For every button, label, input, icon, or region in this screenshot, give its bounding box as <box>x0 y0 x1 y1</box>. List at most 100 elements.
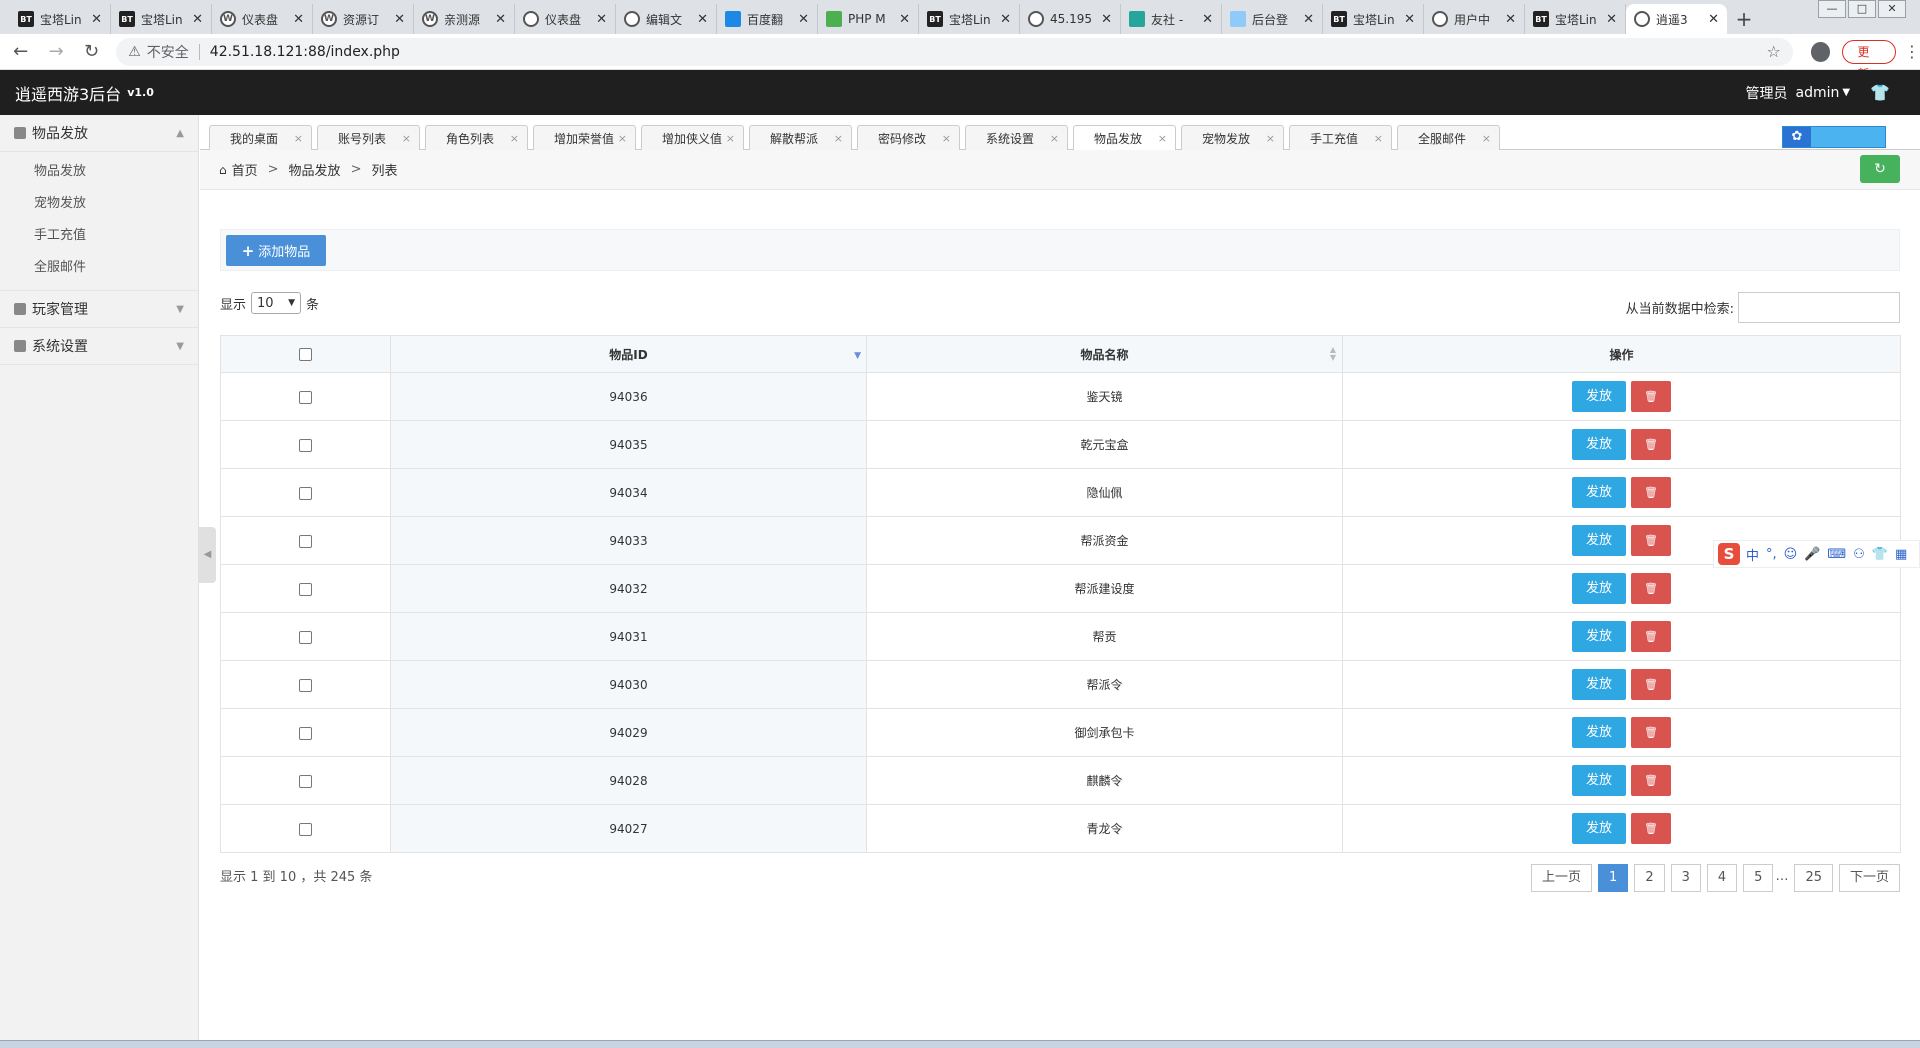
emoji-icon[interactable]: ☺ <box>1784 547 1798 562</box>
content-tab[interactable]: 增加侠义值 × <box>641 125 744 150</box>
browser-tab[interactable]: BT 宝塔Lin ✕ <box>1525 4 1626 34</box>
sidebar-item[interactable]: 物品发放 <box>0 156 198 188</box>
row-checkbox[interactable] <box>299 678 312 692</box>
skin-shirt-icon[interactable]: 👕 <box>1872 547 1888 562</box>
delete-button[interactable]: 🗑 <box>1631 525 1671 556</box>
chevron-down-icon[interactable]: ▼ <box>1842 87 1850 98</box>
row-checkbox[interactable] <box>299 534 312 548</box>
next-page-button[interactable]: 下一页 <box>1838 864 1900 892</box>
close-icon[interactable]: ✕ <box>394 12 405 27</box>
content-tab[interactable]: 解散帮派 × <box>749 125 852 150</box>
send-button[interactable]: 发放 <box>1572 381 1626 412</box>
close-icon[interactable]: × <box>1482 132 1491 145</box>
close-icon[interactable]: × <box>294 132 303 145</box>
browser-tab[interactable]: 百度翻 ✕ <box>717 4 818 34</box>
close-icon[interactable]: × <box>942 132 951 145</box>
row-checkbox[interactable] <box>299 726 312 740</box>
close-window-icon[interactable]: ✕ <box>1878 0 1906 18</box>
page-button[interactable]: 1 <box>1598 864 1629 892</box>
grid-icon[interactable]: ▦ <box>1895 547 1907 562</box>
close-icon[interactable]: × <box>1050 132 1059 145</box>
search-input[interactable] <box>1738 292 1900 323</box>
baidu-share-button[interactable]: ✿ <box>1782 126 1886 148</box>
browser-tab[interactable]: W 资源订 ✕ <box>313 4 414 34</box>
close-icon[interactable]: ✕ <box>1202 12 1213 27</box>
delete-button[interactable]: 🗑 <box>1631 765 1671 796</box>
browser-tab[interactable]: 友社 - ✕ <box>1121 4 1222 34</box>
close-icon[interactable]: × <box>402 132 411 145</box>
close-icon[interactable]: × <box>726 132 735 145</box>
browser-tab[interactable]: PHP M ✕ <box>818 4 919 34</box>
close-icon[interactable]: ✕ <box>1404 12 1415 27</box>
column-header-id[interactable]: 物品ID ▼ <box>390 335 867 373</box>
row-checkbox[interactable] <box>299 438 312 452</box>
column-header-name[interactable]: 物品名称 ▲ ▼ <box>866 335 1343 373</box>
page-length-select[interactable]: 10 ▼ <box>251 292 302 314</box>
close-icon[interactable]: ✕ <box>1303 12 1314 27</box>
browser-tab[interactable]: BT 宝塔Lin ✕ <box>111 4 212 34</box>
profile-icon[interactable] <box>1810 41 1831 62</box>
content-tab[interactable]: 系统设置 × <box>965 125 1068 150</box>
forward-icon[interactable]: → <box>41 41 70 62</box>
close-icon[interactable]: × <box>618 132 627 145</box>
browser-tab[interactable]: 逍遥3 ✕ <box>1626 4 1727 34</box>
page-button[interactable]: 4 <box>1706 864 1738 892</box>
ime-punctuation[interactable]: °, <box>1766 547 1777 562</box>
microphone-icon[interactable]: 🎤 <box>1804 547 1820 562</box>
send-button[interactable]: 发放 <box>1572 813 1626 844</box>
breadcrumb-home[interactable]: 首页 <box>232 160 258 179</box>
page-button[interactable]: 25 <box>1794 864 1833 892</box>
browser-tab[interactable]: BT 宝塔Lin ✕ <box>10 4 111 34</box>
content-tab[interactable]: 宠物发放 × <box>1181 125 1284 150</box>
row-checkbox[interactable] <box>299 774 312 788</box>
row-checkbox[interactable] <box>299 486 312 500</box>
close-icon[interactable]: ✕ <box>596 12 607 27</box>
send-button[interactable]: 发放 <box>1572 621 1626 652</box>
browser-tab[interactable]: BT 宝塔Lin ✕ <box>1323 4 1424 34</box>
content-tab[interactable]: 密码修改 × <box>857 125 960 150</box>
sidebar-collapse-toggle[interactable]: ◀ <box>199 527 216 583</box>
send-button[interactable]: 发放 <box>1572 573 1626 604</box>
sidebar-item[interactable]: 全服邮件 <box>0 252 198 284</box>
delete-button[interactable]: 🗑 <box>1631 669 1671 700</box>
content-tab[interactable]: 我的桌面 × <box>209 125 312 150</box>
sidebar-item[interactable]: 宠物发放 <box>0 188 198 220</box>
send-button[interactable]: 发放 <box>1572 765 1626 796</box>
close-icon[interactable]: ✕ <box>1708 12 1719 27</box>
back-icon[interactable]: ← <box>6 41 35 62</box>
page-button[interactable]: 2 <box>1634 864 1665 892</box>
delete-button[interactable]: 🗑 <box>1631 429 1671 460</box>
delete-button[interactable]: 🗑 <box>1631 573 1671 604</box>
content-tab[interactable]: 全服邮件 × <box>1397 125 1500 150</box>
page-button[interactable]: 5 <box>1743 864 1774 892</box>
close-icon[interactable]: × <box>510 132 519 145</box>
maximize-icon[interactable]: □ <box>1848 0 1876 18</box>
close-icon[interactable]: ✕ <box>293 12 304 27</box>
browser-tab[interactable]: 45.195 ✕ <box>1020 4 1121 34</box>
send-button[interactable]: 发放 <box>1572 525 1626 556</box>
add-item-button[interactable]: + 添加物品 <box>226 235 326 266</box>
browser-tab[interactable]: 后台登 ✕ <box>1222 4 1323 34</box>
row-checkbox[interactable] <box>299 582 312 596</box>
sogou-logo-icon[interactable]: S <box>1718 543 1740 565</box>
row-checkbox[interactable] <box>299 630 312 644</box>
sidebar-group[interactable]: 玩家管理 ▼ <box>0 291 198 328</box>
content-tab[interactable]: 增加荣誉值 × <box>533 125 636 150</box>
browser-tab[interactable]: W 亲测源 ✕ <box>414 4 515 34</box>
breadcrumb-section[interactable]: 物品发放 <box>289 160 341 179</box>
close-icon[interactable]: ✕ <box>495 12 506 27</box>
delete-button[interactable]: 🗑 <box>1631 813 1671 844</box>
close-icon[interactable]: × <box>1158 132 1167 145</box>
browser-tab[interactable]: W 仪表盘 ✕ <box>212 4 313 34</box>
row-checkbox[interactable] <box>299 822 312 836</box>
omnibox[interactable]: ⚠ 不安全 42.51.18.121:88/index.php ☆ <box>116 37 1793 66</box>
delete-button[interactable]: 🗑 <box>1631 381 1671 412</box>
row-checkbox[interactable] <box>299 390 312 404</box>
send-button[interactable]: 发放 <box>1572 717 1626 748</box>
content-tab[interactable]: 物品发放 × <box>1073 125 1176 151</box>
ime-mode[interactable]: 中 <box>1746 545 1759 564</box>
sidebar-group[interactable]: 系统设置 ▼ <box>0 328 198 365</box>
refresh-button[interactable]: ↻ <box>1860 155 1900 183</box>
content-tab[interactable]: 账号列表 × <box>317 125 420 150</box>
content-tab[interactable]: 手工充值 × <box>1289 125 1392 150</box>
